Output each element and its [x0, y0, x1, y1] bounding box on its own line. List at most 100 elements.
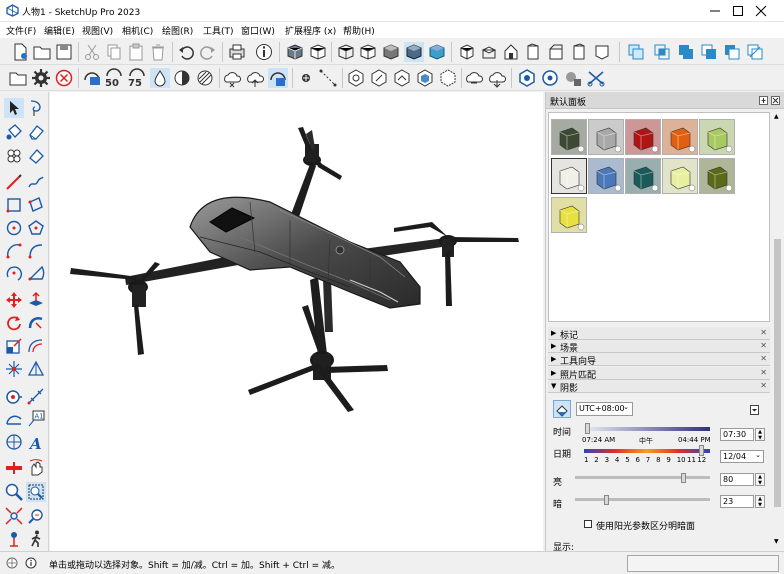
top-view-icon[interactable]: [479, 42, 499, 62]
right-view-icon[interactable]: [523, 42, 543, 62]
material-swatch-yellow-cube[interactable]: [551, 197, 587, 233]
toggle-shadows-button[interactable]: [553, 400, 571, 418]
hex-gear-icon[interactable]: [346, 68, 366, 88]
move-icon[interactable]: [4, 290, 24, 310]
time-input[interactable]: 07:30: [720, 428, 754, 441]
material-swatch-olive-cube[interactable]: [699, 158, 735, 194]
cloud-sync-icon[interactable]: [464, 68, 484, 88]
fifty-icon[interactable]: 50: [104, 68, 124, 88]
model-viewport[interactable]: [50, 92, 543, 551]
close-panel-icon[interactable]: ✕: [760, 381, 767, 390]
material-swatch-pale-yellow-cube[interactable]: [662, 158, 698, 194]
monochrome-icon[interactable]: [427, 42, 447, 62]
freehand-icon[interactable]: [26, 172, 46, 192]
material-swatch-orange-cube[interactable]: [662, 119, 698, 155]
gear-icon[interactable]: [31, 68, 51, 88]
cloud-upload-icon[interactable]: [245, 68, 265, 88]
iso-view-icon[interactable]: [457, 42, 477, 62]
left-view-icon[interactable]: [569, 42, 589, 62]
hex-settings-icon[interactable]: [517, 68, 537, 88]
two-point-arc-icon[interactable]: [26, 241, 46, 261]
outer-shell-icon[interactable]: [626, 42, 646, 62]
polygon-icon[interactable]: [26, 218, 46, 238]
open-folder-icon[interactable]: [32, 42, 52, 62]
close-panel-icon[interactable]: ✕: [760, 341, 767, 350]
axes-icon[interactable]: [4, 432, 24, 452]
cloud-download-icon[interactable]: [487, 68, 507, 88]
zoom-icon[interactable]: [4, 482, 24, 502]
pencil-line-icon[interactable]: [4, 172, 24, 192]
section-plane-icon[interactable]: [4, 458, 24, 478]
back-view-icon[interactable]: [546, 42, 566, 62]
scissors-ruler-icon[interactable]: [586, 68, 606, 88]
material-swatch-teal-cube[interactable]: [625, 158, 661, 194]
geo-location-icon[interactable]: [6, 557, 18, 569]
material-swatch-dark-green-cube[interactable]: [551, 119, 587, 155]
cloud-remove-icon[interactable]: [222, 68, 242, 88]
light-spinner[interactable]: ▲ ▼: [755, 473, 765, 486]
sun-shading-checkbox[interactable]: [584, 520, 592, 528]
dark-spinner[interactable]: ▲ ▼: [755, 495, 765, 508]
component-icon[interactable]: [4, 146, 24, 166]
panel-instructor[interactable]: ▶ 工具向导 ✕: [548, 353, 770, 367]
front-view-icon[interactable]: [501, 42, 521, 62]
light-input[interactable]: 80: [720, 473, 754, 486]
walk-icon[interactable]: [26, 529, 46, 549]
previous-view-icon[interactable]: [26, 506, 46, 526]
close-panel-icon[interactable]: ✕: [760, 368, 767, 377]
rotated-rectangle-icon[interactable]: [26, 195, 46, 215]
rectangle-icon[interactable]: [4, 195, 24, 215]
time-spinner[interactable]: ▲ ▼: [755, 428, 765, 441]
back-edges-icon[interactable]: [308, 42, 328, 62]
select-arrow-icon[interactable]: [4, 98, 24, 118]
arc-icon[interactable]: [4, 241, 24, 261]
dashed-line-icon[interactable]: [318, 68, 338, 88]
material-swatch-white-cube[interactable]: [551, 158, 587, 194]
show-details-icon[interactable]: [750, 405, 759, 415]
scroll-up-icon[interactable]: ▲: [774, 113, 779, 120]
date-slider-thumb[interactable]: [699, 445, 705, 456]
material-swatch-blue-cube[interactable]: [588, 158, 624, 194]
copy-icon[interactable]: [104, 42, 124, 62]
delete-icon[interactable]: [148, 42, 168, 62]
scale-icon[interactable]: [4, 336, 24, 356]
add-point-icon[interactable]: [296, 68, 316, 88]
striped-circle-icon[interactable]: [195, 68, 215, 88]
scroll-down-icon[interactable]: ▼: [774, 538, 779, 545]
time-slider-track[interactable]: [584, 427, 710, 431]
shaded-icon[interactable]: [381, 42, 401, 62]
material-swatch-red-cube[interactable]: [625, 119, 661, 155]
xray-style-icon[interactable]: [285, 42, 305, 62]
menu-extensions[interactable]: 扩展程序 (x): [285, 24, 336, 37]
light-slider-track[interactable]: [575, 476, 710, 479]
3d-text-icon[interactable]: A: [26, 432, 46, 452]
dimension-icon[interactable]: [26, 386, 46, 406]
close-tray-icon[interactable]: [771, 96, 780, 105]
cut-icon[interactable]: [82, 42, 102, 62]
union-icon[interactable]: [676, 42, 696, 62]
dark-slider-track[interactable]: [575, 498, 710, 501]
bottom-view-icon[interactable]: [592, 42, 612, 62]
hex-edit-icon[interactable]: [369, 68, 389, 88]
menu-view[interactable]: 视图(V): [82, 24, 113, 37]
zoom-window-icon[interactable]: [26, 482, 46, 502]
menu-draw[interactable]: 绘图(R): [162, 24, 193, 37]
subtract-icon[interactable]: [699, 42, 719, 62]
material-swatch-light-green-cube[interactable]: [699, 119, 735, 155]
tray-scrollbar[interactable]: ▲ ▼: [772, 112, 783, 549]
menu-edit[interactable]: 编辑(E): [44, 24, 75, 37]
hidden-line-icon[interactable]: [358, 42, 378, 62]
intersect-icon[interactable]: [652, 42, 672, 62]
shaded-textures-icon[interactable]: [404, 42, 424, 62]
print-icon[interactable]: [227, 42, 247, 62]
paste-icon[interactable]: [126, 42, 146, 62]
model-info-icon[interactable]: [254, 42, 274, 62]
material-swatch-gray-cube[interactable]: [588, 119, 624, 155]
paint-bucket-icon[interactable]: [4, 122, 24, 142]
hex-gear-blue-icon[interactable]: [540, 68, 560, 88]
open-folder-icon[interactable]: [8, 68, 28, 88]
position-texture-icon[interactable]: [26, 359, 46, 379]
flip-icon[interactable]: [4, 359, 24, 379]
dark-input[interactable]: 23: [720, 495, 754, 508]
save-icon[interactable]: [54, 42, 74, 62]
